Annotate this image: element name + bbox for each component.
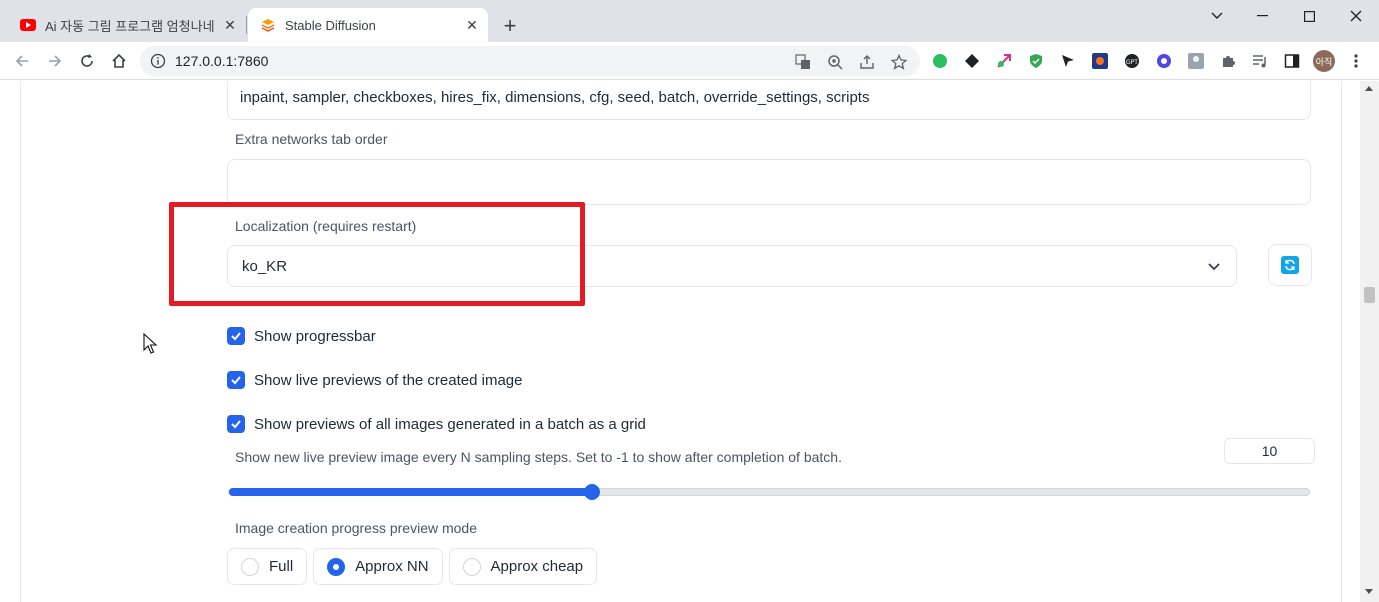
media-queue-icon[interactable]	[1251, 52, 1269, 70]
home-icon[interactable]	[107, 49, 131, 73]
profile-avatar[interactable]: 아직	[1313, 50, 1335, 72]
window-close-icon[interactable]	[1333, 4, 1379, 28]
show-progressbar-checkbox[interactable]: Show progressbar	[227, 327, 376, 345]
forward-icon[interactable]	[43, 49, 67, 73]
scroll-down-arrow-icon[interactable]	[1365, 589, 1373, 594]
extension-dark-icon[interactable]	[963, 52, 981, 70]
page-viewport: inpaint, sampler, checkboxes, hires_fix,…	[0, 81, 1379, 602]
shield-icon[interactable]	[1027, 52, 1045, 70]
page-scrollbar[interactable]	[1360, 81, 1379, 602]
radio-option-approx-nn[interactable]: Approx NN	[313, 548, 443, 585]
preview-mode-radio-group: Full Approx NN Approx cheap	[227, 548, 598, 585]
new-tab-button[interactable]: +	[497, 14, 523, 40]
radio-label: Full	[269, 558, 294, 575]
quicksettings-value: inpaint, sampler, checkboxes, hires_fix,…	[240, 88, 870, 106]
stable-diffusion-icon	[260, 17, 276, 33]
scroll-thumb[interactable]	[1364, 287, 1375, 303]
address-bar[interactable]: 127.0.0.1:7860	[140, 46, 920, 76]
extension-leaf-icon[interactable]	[995, 52, 1013, 70]
tab-title: Stable Diffusion	[285, 17, 376, 33]
radio-button[interactable]	[462, 557, 481, 576]
svg-text:GPT: GPT	[1126, 59, 1138, 66]
radio-label: Approx NN	[355, 558, 429, 575]
checkbox-checked-icon[interactable]	[227, 371, 245, 389]
extension-photo-icon[interactable]	[1187, 52, 1205, 70]
minimize-icon[interactable]	[1239, 4, 1285, 28]
evernote-icon[interactable]	[931, 52, 949, 70]
tab-stable-diffusion[interactable]: Stable Diffusion ✕	[248, 8, 488, 42]
extra-networks-tab-order-input[interactable]	[227, 159, 1311, 205]
extensions-puzzle-icon[interactable]	[1219, 52, 1237, 70]
preview-steps-label: Show new live preview image every N samp…	[235, 449, 842, 465]
checkbox-label: Show progressbar	[254, 327, 376, 345]
radio-option-full[interactable]: Full	[227, 548, 308, 585]
radio-label: Approx cheap	[490, 558, 584, 575]
browser-toolbar: 127.0.0.1:7860 GPT 아직	[0, 42, 1379, 80]
chevron-down-icon	[1206, 258, 1222, 274]
translate-icon[interactable]	[794, 53, 812, 71]
back-icon[interactable]	[10, 49, 34, 73]
quicksettings-list-input[interactable]: inpaint, sampler, checkboxes, hires_fix,…	[227, 81, 1311, 120]
tab-separator	[246, 16, 247, 34]
menu-kebab-icon[interactable]	[1347, 52, 1365, 70]
info-icon[interactable]	[150, 53, 166, 69]
refresh-localization-button[interactable]	[1268, 244, 1312, 286]
tab-title: Ai 자동 그림 프로그램 엄청나네	[45, 18, 215, 34]
annotation-highlight-box	[169, 202, 585, 306]
tab-youtube[interactable]: Ai 자동 그림 프로그램 엄청나네 ✕	[8, 8, 246, 42]
url-text: 127.0.0.1:7860	[175, 53, 269, 69]
mouse-cursor-icon	[143, 333, 158, 354]
scroll-up-arrow-icon[interactable]	[1365, 86, 1373, 91]
zoom-icon[interactable]	[826, 53, 844, 71]
extension-colorful-icon[interactable]	[1091, 52, 1109, 70]
checkbox-label: Show live previews of the created image	[254, 371, 523, 389]
checkbox-label: Show previews of all images generated in…	[254, 415, 646, 433]
radio-button-selected[interactable]	[327, 557, 346, 576]
share-icon[interactable]	[858, 53, 876, 71]
extra-networks-label: Extra networks tab order	[235, 131, 388, 147]
close-icon[interactable]: ✕	[464, 17, 480, 33]
youtube-icon	[20, 19, 36, 31]
refresh-icon	[1281, 256, 1299, 274]
slider-fill	[229, 488, 593, 496]
close-icon[interactable]: ✕	[222, 17, 238, 33]
pointer-icon[interactable]	[1059, 52, 1077, 70]
extension-blue-icon[interactable]	[1155, 52, 1173, 70]
radio-option-approx-cheap[interactable]: Approx cheap	[448, 548, 598, 585]
reload-icon[interactable]	[75, 49, 99, 73]
show-live-previews-checkbox[interactable]: Show live previews of the created image	[227, 371, 522, 389]
preview-steps-number-input[interactable]: 10	[1224, 438, 1315, 464]
preview-mode-label: Image creation progress preview mode	[235, 520, 478, 536]
chatgpt-icon[interactable]: GPT	[1123, 52, 1141, 70]
tab-strip: Ai 자동 그림 프로그램 엄청나네 ✕ Stable Diffusion ✕ …	[0, 0, 1379, 42]
show-batch-grid-previews-checkbox[interactable]: Show previews of all images generated in…	[227, 415, 646, 433]
radio-button[interactable]	[241, 557, 259, 576]
slider-thumb[interactable]	[584, 484, 600, 500]
tab-search-chevron-icon[interactable]	[1194, 4, 1240, 28]
side-panel-icon[interactable]	[1283, 52, 1301, 70]
preview-steps-slider[interactable]	[228, 488, 1310, 496]
bookmark-star-icon[interactable]	[890, 53, 908, 71]
maximize-icon[interactable]	[1286, 4, 1332, 28]
checkbox-checked-icon[interactable]	[227, 327, 245, 345]
checkbox-checked-icon[interactable]	[227, 415, 245, 433]
